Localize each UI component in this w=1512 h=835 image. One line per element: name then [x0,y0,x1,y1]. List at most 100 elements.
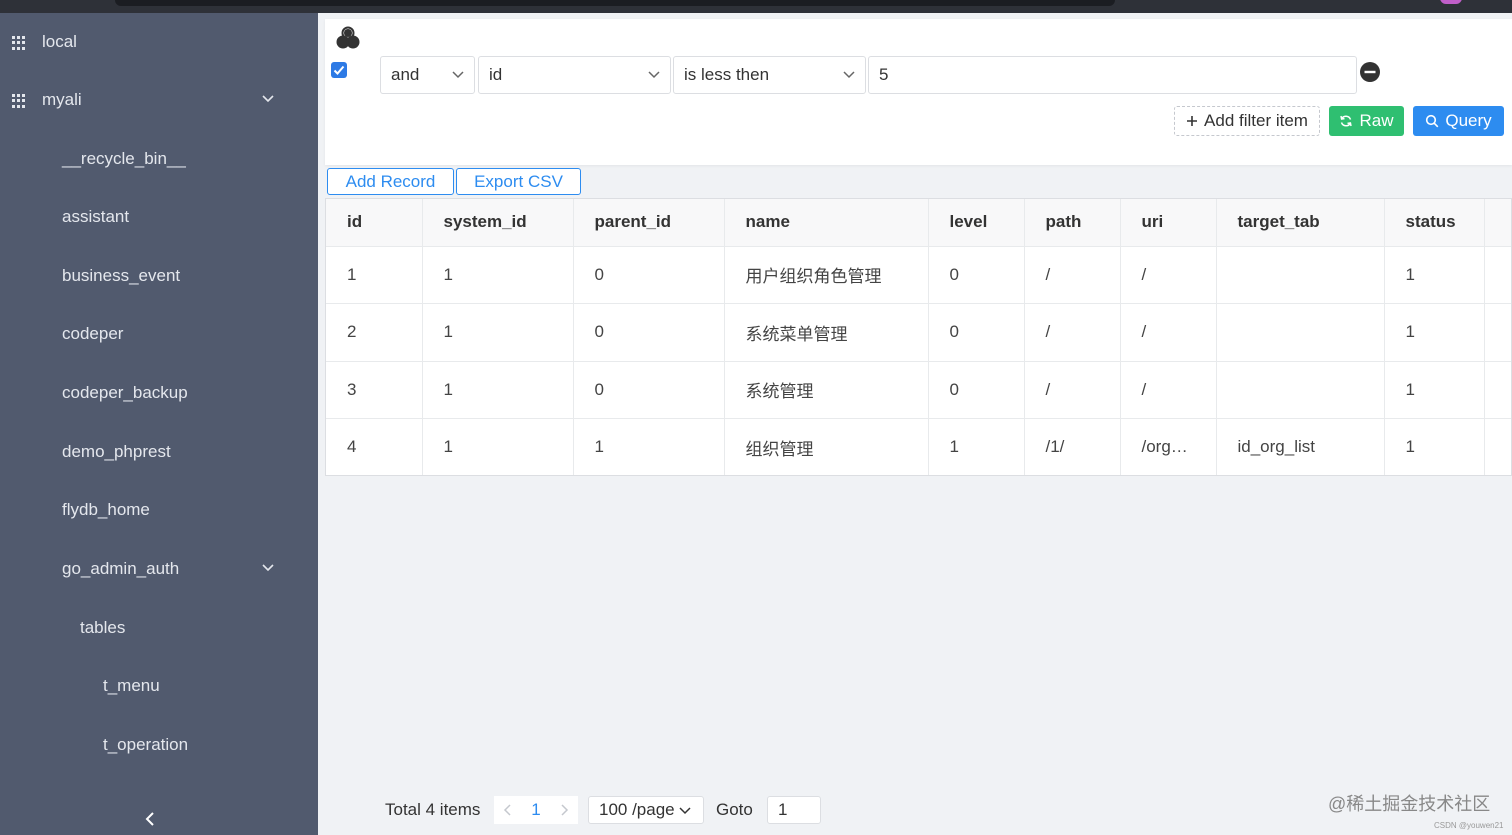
sidebar-item-myali[interactable]: myali [0,71,318,129]
table-cell: 0 [573,361,725,419]
address-bar [115,0,1115,6]
chevron-down-icon[interactable] [262,94,274,104]
sidebar: local myali __recycle_bin__ assistant bu… [0,13,318,835]
watermark: @稀土掘金技术社区 [1328,794,1491,814]
sidebar-item-assistant[interactable]: assistant [0,188,318,246]
filter-value-text: 5 [879,65,889,84]
chevron-right-icon [561,804,569,816]
table-row[interactable]: 2 1 0 系统菜单管理 0 / / 1 [326,303,1511,362]
column-header-id[interactable]: id [326,199,423,247]
table-cell: / [1024,361,1121,419]
table-cell: 1 [422,418,574,475]
raw-button[interactable]: Raw [1329,106,1404,136]
sidebar-item-t-menu[interactable]: t_menu [0,657,318,715]
table-cell: 1 [326,246,423,304]
sidebar-item-flydb-home[interactable]: flydb_home [0,481,318,539]
sidebar-item-label: go_admin_auth [62,559,180,578]
column-header-parent-id[interactable]: parent_id [573,199,725,247]
table-cell [1484,246,1511,304]
chevron-left-icon[interactable] [140,809,160,829]
table-cell: 1 [422,361,574,419]
raw-button-label: Raw [1359,111,1394,130]
field-select[interactable]: id [478,56,671,94]
sidebar-item-label: tables [80,618,126,637]
page-size-value: 100 /page [599,800,675,819]
sidebar-item-recycle-bin[interactable]: __recycle_bin__ [0,130,318,188]
table-cell [1484,303,1511,362]
remove-filter-icon[interactable] [1359,61,1381,83]
goto-page-value: 1 [778,800,788,819]
column-header-status[interactable]: status [1384,199,1485,247]
operator-select[interactable]: is less then [673,56,866,94]
sidebar-item-label: t_menu [103,676,160,695]
table-cell [1216,361,1385,419]
sidebar-item-t-operation[interactable]: t_operation [0,716,318,774]
table-cell: 组织管理 [724,418,929,475]
chevron-down-icon[interactable] [262,563,274,573]
filter-panel: and id is less then 5 Add filter item Ra… [325,19,1512,165]
table-cell: 1 [1384,361,1485,419]
watermark-sub: CSDN @youwen21 [1434,821,1504,830]
next-page-button[interactable] [550,796,578,824]
table-row[interactable]: 1 1 0 用户组织角色管理 0 / / 1 [326,246,1511,304]
page-number-1[interactable]: 1 [522,796,550,824]
operator-select-value: is less then [684,65,770,84]
filter-enable-checkbox[interactable] [331,62,347,78]
search-icon [1426,114,1439,128]
logic-select-value: and [391,65,420,84]
table-cell: 1 [1384,303,1485,362]
table-cell: 系统菜单管理 [724,303,929,362]
sidebar-item-business-event[interactable]: business_event [0,247,318,305]
column-header-system-id[interactable]: system_id [422,199,574,247]
sidebar-item-label: codeper [62,324,124,343]
chevron-down-icon [452,71,464,79]
table-cell: 1 [422,246,574,304]
sidebar-item-codeper[interactable]: codeper [0,305,318,363]
logic-select[interactable]: and [380,56,475,94]
table-cell [1484,418,1511,475]
prev-page-button[interactable] [494,796,522,824]
sidebar-item-codeper-backup[interactable]: codeper_backup [0,364,318,422]
sidebar-item-label: t_operation [103,735,189,754]
sidebar-item-go-admin-auth[interactable]: go_admin_auth [0,540,318,598]
add-record-button[interactable]: Add Record [327,168,454,195]
profile-avatar[interactable] [1440,0,1462,4]
sidebar-item-label: assistant [62,207,130,226]
add-filter-item-button[interactable]: Add filter item [1174,106,1320,136]
table-cell: 用户组织角色管理 [724,246,929,304]
column-header-name[interactable]: name [724,199,929,247]
table-cell: / [1120,361,1217,419]
table-row[interactable]: 3 1 0 系统管理 0 / / 1 [326,361,1511,419]
page-size-select[interactable]: 100 /page [588,796,704,824]
table-cell: 系统管理 [724,361,929,419]
add-filter-item-label: Add filter item [1204,111,1308,130]
table-row[interactable]: 4 1 1 组织管理 1 /1/ /org… id_org_list 1 [326,418,1511,475]
column-header-path[interactable]: path [1024,199,1121,247]
table-cell: 3 [326,361,423,419]
sidebar-item-label: __recycle_bin__ [62,149,186,168]
records-table: id system_id parent_id name level path u… [325,198,1512,476]
table-cell: / [1024,303,1121,362]
chevron-down-icon [648,71,660,79]
plus-icon [1187,116,1198,126]
column-header-uri[interactable]: uri [1120,199,1217,247]
table-cell: 0 [573,303,725,362]
table-cell: / [1120,303,1217,362]
pagination-total: Total 4 items [385,800,481,819]
table-cell: 0 [928,303,1025,362]
main-content: and id is less then 5 Add filter item Ra… [318,13,1512,835]
sidebar-item-local[interactable]: local [0,13,318,71]
sidebar-item-demo-phprest[interactable]: demo_phprest [0,423,318,481]
filter-value-input[interactable]: 5 [868,56,1357,94]
column-header-extra[interactable] [1484,199,1511,247]
sidebar-item-label: business_event [62,266,181,285]
column-header-level[interactable]: level [928,199,1025,247]
export-csv-button[interactable]: Export CSV [456,168,581,195]
column-header-target-tab[interactable]: target_tab [1216,199,1385,247]
table-cell: 1 [1384,418,1485,475]
sidebar-item-tables[interactable]: tables [0,599,318,657]
filter-cluster-icon[interactable] [336,26,360,50]
query-button[interactable]: Query [1413,106,1504,136]
goto-page-input[interactable]: 1 [767,796,821,824]
check-icon [333,65,345,75]
